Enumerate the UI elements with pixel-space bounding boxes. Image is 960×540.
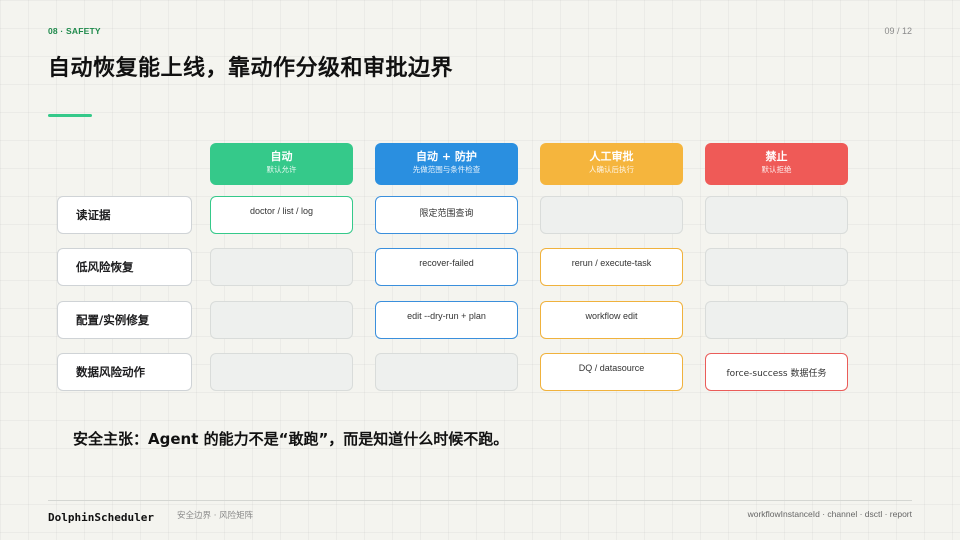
column-subtitle: 人确认后执行 — [589, 165, 634, 174]
matrix-cell: edit --dry-run + plan — [375, 301, 518, 339]
column-header-auto: 自动 默认允许 — [210, 143, 353, 185]
matrix-cell-empty — [210, 353, 353, 391]
matrix-cell: doctor / list / log — [210, 196, 353, 234]
row-label-read-evidence: 读证据 — [57, 196, 192, 234]
column-header-manual-approval: 人工审批 人确认后执行 — [540, 143, 683, 185]
footer-keywords: workflowInstanceId · channel · dsctl · r… — [747, 509, 912, 519]
column-header-auto-guarded: 自动 + 防护 先做范围与条件检查 — [375, 143, 518, 185]
column-title: 人工审批 — [589, 150, 634, 163]
column-title: 自动 — [270, 150, 293, 163]
footer-caption: 安全边界 · 风险矩阵 — [177, 511, 254, 521]
matrix-cell-empty — [705, 196, 848, 234]
column-subtitle: 默认允许 — [266, 165, 297, 174]
title-accent-bar — [48, 114, 92, 117]
slide-title: 自动恢复能上线，靠动作分级和审批边界 — [48, 56, 454, 81]
section-label: 08 · SAFETY — [48, 26, 101, 36]
matrix-cell: workflow edit — [540, 301, 683, 339]
column-subtitle: 默认拒绝 — [761, 165, 792, 174]
matrix-cell-empty — [210, 248, 353, 286]
column-header-forbidden: 禁止 默认拒绝 — [705, 143, 848, 185]
row-label-data-risk-action: 数据风险动作 — [57, 353, 192, 391]
row-label-low-risk-recovery: 低风险恢复 — [57, 248, 192, 286]
matrix-cell: rerun / execute-task — [540, 248, 683, 286]
column-title: 禁止 — [765, 150, 788, 163]
matrix-cell: force-success 数据任务 — [705, 353, 848, 391]
column-title: 自动 + 防护 — [416, 150, 477, 163]
matrix-cell: 限定范围查询 — [375, 196, 518, 234]
row-label-config-repair: 配置/实例修复 — [57, 301, 192, 339]
matrix-cell-empty — [705, 248, 848, 286]
safety-statement: 安全主张：Agent 的能力不是“敢跑”，而是知道什么时候不跑。 — [73, 430, 509, 448]
matrix-cell-empty — [210, 301, 353, 339]
matrix-cell: DQ / datasource — [540, 353, 683, 391]
column-subtitle: 先做范围与条件检查 — [412, 165, 481, 174]
page-number: 09 / 12 — [884, 26, 912, 36]
matrix-cell-empty — [375, 353, 518, 391]
matrix-cell: recover-failed — [375, 248, 518, 286]
footer-divider — [48, 500, 912, 501]
matrix-cell-empty — [540, 196, 683, 234]
matrix-cell-empty — [705, 301, 848, 339]
brand-logo: DolphinScheduler — [48, 511, 154, 524]
